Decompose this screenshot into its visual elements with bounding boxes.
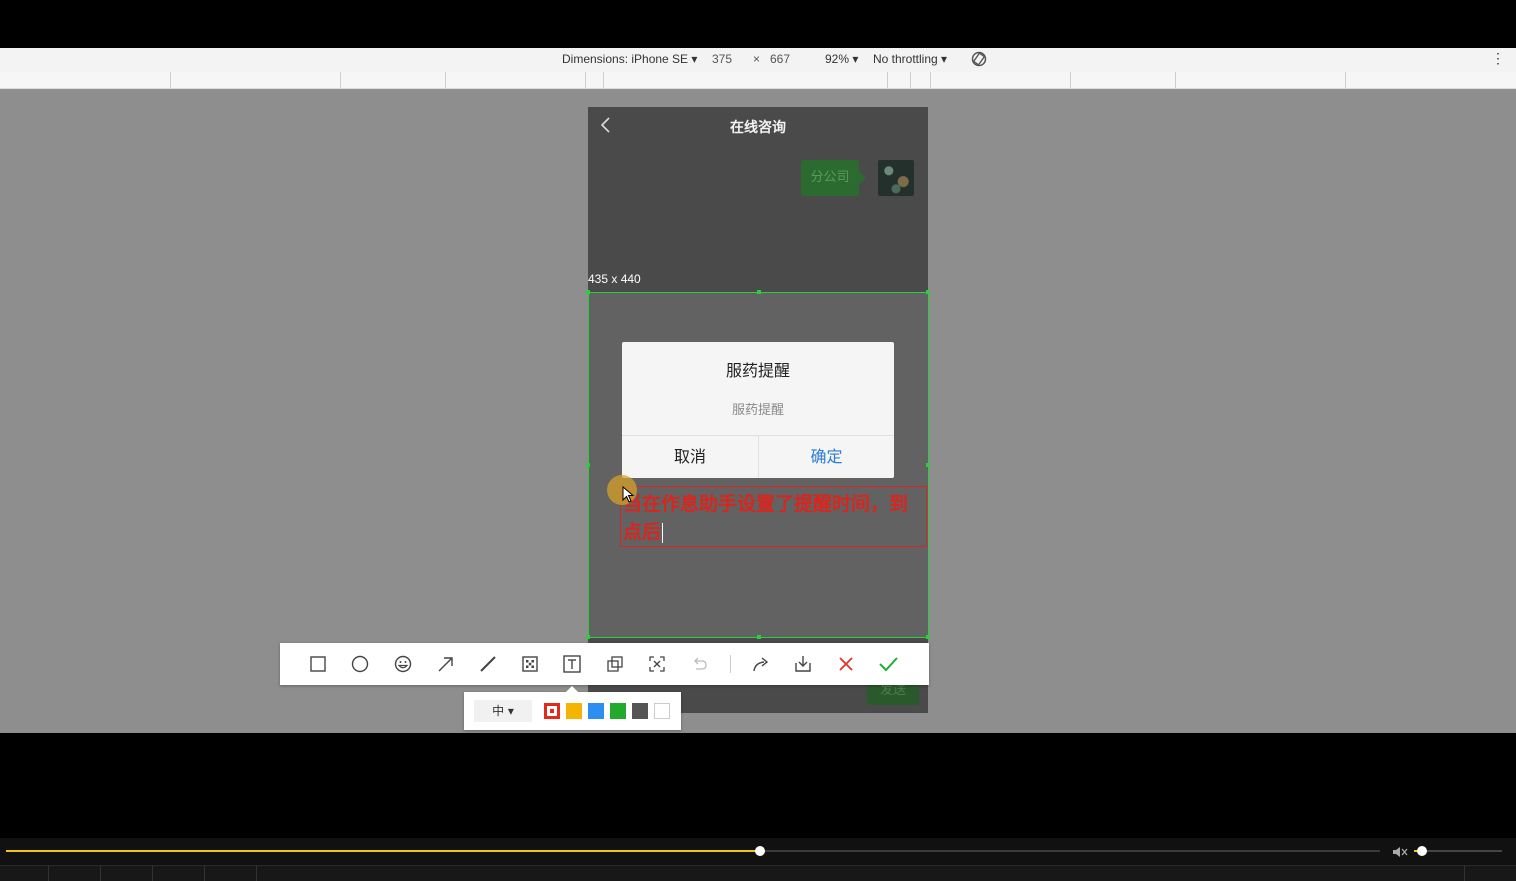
rectangle-icon[interactable] <box>307 653 329 675</box>
toolbar-divider <box>730 655 731 673</box>
text-style-bar: 中 ▾ <box>464 686 681 730</box>
avatar[interactable] <box>878 160 914 196</box>
bubble-tail <box>859 172 866 184</box>
annotation-text-content: 当在作息助手设置了提醒时间，到点后 <box>623 493 909 543</box>
confirm-icon[interactable] <box>877 653 899 675</box>
throttling-label: No throttling <box>873 52 938 66</box>
annotation-toolbar <box>280 643 929 685</box>
share-icon[interactable] <box>750 653 772 675</box>
font-size-label: 中 <box>492 704 505 718</box>
copy-icon[interactable] <box>604 653 626 675</box>
mouse-pointer-icon <box>622 485 636 504</box>
device-toolbar: Dimensions: iPhone SE ▾ 375 × 667 92% ▾ … <box>0 48 1516 73</box>
resize-handle[interactable] <box>586 635 590 639</box>
cancel-button[interactable]: 取消 <box>622 436 758 478</box>
text-caret <box>662 522 664 543</box>
pointer-caret <box>566 686 578 692</box>
player-footer <box>0 865 1516 881</box>
emoji-icon[interactable] <box>392 653 414 675</box>
download-icon[interactable] <box>792 653 814 675</box>
resize-handle[interactable] <box>926 635 930 639</box>
progress-fill <box>6 850 761 852</box>
progress-bar[interactable] <box>6 846 1380 856</box>
media-query-ruler <box>0 72 1516 89</box>
color-swatch-blue[interactable] <box>588 703 604 719</box>
resize-handle[interactable] <box>926 290 930 294</box>
cancel-icon[interactable] <box>835 653 857 675</box>
annotation-text[interactable]: 当在作息助手设置了提醒时间，到点后 <box>623 490 923 546</box>
reminder-dialog: 服药提醒 服药提醒 取消 确定 <box>622 342 894 478</box>
chat-bubble: 分公司 <box>801 160 859 196</box>
volume-knob[interactable] <box>1416 846 1427 856</box>
height-input[interactable]: 667 <box>770 52 790 66</box>
color-swatch-green[interactable] <box>610 703 626 719</box>
width-input[interactable]: 375 <box>712 52 732 66</box>
mosaic-icon[interactable] <box>519 653 541 675</box>
more-options-icon[interactable]: ⋮ <box>1491 50 1505 67</box>
text-icon[interactable] <box>561 653 583 675</box>
color-swatch-gray[interactable] <box>632 703 648 719</box>
zoom-label: 92% <box>825 52 850 66</box>
resize-handle[interactable] <box>757 635 761 639</box>
color-swatch-red[interactable] <box>544 703 560 719</box>
ellipse-icon[interactable] <box>349 653 371 675</box>
confirm-button[interactable]: 确定 <box>759 436 894 478</box>
font-size-select[interactable]: 中 ▾ <box>474 700 532 722</box>
zoom-select[interactable]: 92% ▾ <box>825 52 858 66</box>
resize-handle[interactable] <box>757 290 761 294</box>
volume-slider[interactable] <box>1414 846 1502 856</box>
undo-icon[interactable] <box>688 653 710 675</box>
resize-handle[interactable] <box>586 290 590 294</box>
color-swatch-white[interactable] <box>654 703 670 719</box>
throttling-select[interactable]: No throttling ▾ <box>873 52 947 66</box>
arrow-icon[interactable] <box>435 653 457 675</box>
pen-icon[interactable] <box>477 653 499 675</box>
device-label: Dimensions: iPhone SE <box>562 52 689 66</box>
volume-icon[interactable] <box>1391 844 1409 858</box>
annotation-text-box[interactable]: 当在作息助手设置了提醒时间，到点后 <box>620 486 927 547</box>
times-sign: × <box>753 52 761 66</box>
resize-handle[interactable] <box>586 463 590 467</box>
color-swatch-yellow[interactable] <box>566 703 582 719</box>
ocr-icon[interactable] <box>646 653 668 675</box>
dialog-message: 服药提醒 <box>731 403 784 418</box>
progress-knob[interactable] <box>755 846 766 856</box>
device-select[interactable]: Dimensions: iPhone SE ▾ <box>562 52 697 66</box>
selection-size-label: 435 x 440 <box>588 272 641 286</box>
rotate-icon[interactable] <box>970 50 988 71</box>
page-title: 在线咨询 <box>730 120 786 136</box>
dialog-title: 服药提醒 <box>725 361 790 380</box>
resize-handle[interactable] <box>926 463 930 467</box>
